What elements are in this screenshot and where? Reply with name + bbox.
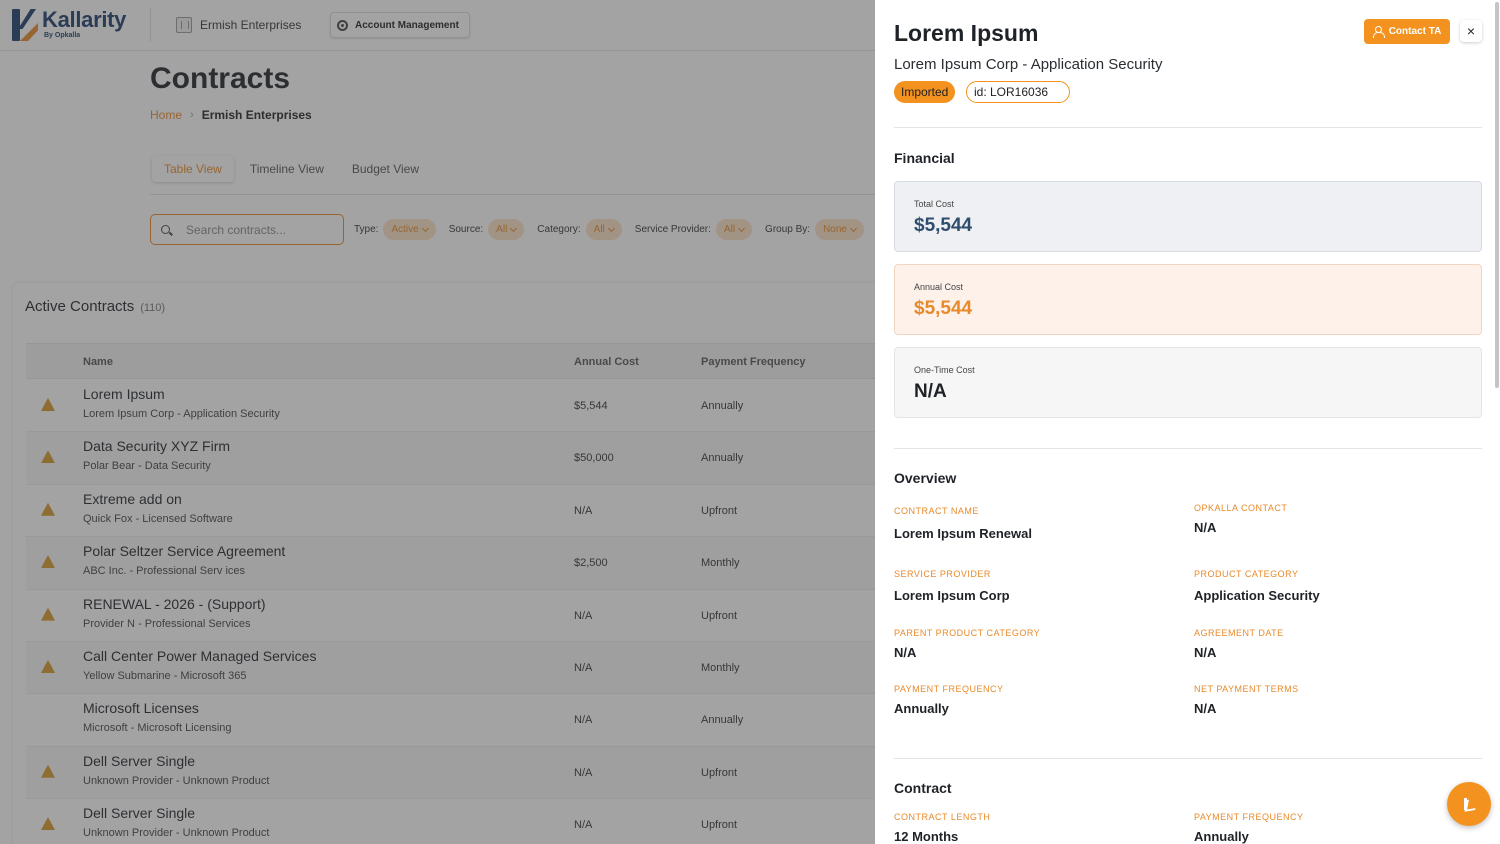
opkalla-contact-label: OPKALLA CONTACT xyxy=(1194,503,1288,513)
section-divider xyxy=(894,758,1482,759)
contract-payment-frequency-label: PAYMENT FREQUENCY xyxy=(1194,812,1304,822)
annual-cost-card: Annual Cost $5,544 xyxy=(894,264,1482,335)
assistant-fab-button[interactable] xyxy=(1447,782,1491,826)
total-cost-card: Total Cost $5,544 xyxy=(894,181,1482,252)
drawer-scrollbar[interactable] xyxy=(1495,2,1499,388)
close-button[interactable]: × xyxy=(1460,20,1482,42)
section-divider xyxy=(894,448,1482,449)
contract-length-label: CONTRACT LENGTH xyxy=(894,812,991,822)
product-category-value: Application Security xyxy=(1194,588,1320,603)
service-provider-value: Lorem Ipsum Corp xyxy=(894,588,1010,603)
contract-length-value: 12 Months xyxy=(894,829,959,844)
contract-detail-drawer: Lorem Ipsum Lorem Ipsum Corp - Applicati… xyxy=(875,0,1500,844)
contact-ta-label: Contact TA xyxy=(1388,26,1442,37)
one-time-cost-card: One-Time Cost N/A xyxy=(894,347,1482,418)
annual-cost-label: Annual Cost xyxy=(914,282,964,292)
opkalla-contact-value: N/A xyxy=(1194,520,1217,535)
id-badge: id: LOR16036 xyxy=(966,81,1070,103)
overview-heading: Overview xyxy=(894,470,957,486)
total-cost-value: $5,544 xyxy=(914,215,973,236)
net-payment-terms-value: N/A xyxy=(1194,701,1217,716)
kallarity-mark-icon xyxy=(1463,798,1475,810)
total-cost-label: Total Cost xyxy=(914,199,955,209)
close-icon: × xyxy=(1466,23,1476,39)
contract-heading: Contract xyxy=(894,780,952,796)
contract-payment-frequency-value: Annually xyxy=(1194,829,1249,844)
annual-cost-value: $5,544 xyxy=(914,298,973,319)
drawer-title: Lorem Ipsum xyxy=(894,20,1039,46)
agreement-date-value: N/A xyxy=(1194,645,1217,660)
user-icon xyxy=(1372,26,1385,38)
payment-frequency-value: Annually xyxy=(894,701,949,716)
section-divider xyxy=(894,127,1482,128)
one-time-cost-value: N/A xyxy=(914,381,947,402)
status-badge: Imported xyxy=(894,81,956,103)
net-payment-terms-label: NET PAYMENT TERMS xyxy=(1194,684,1299,694)
parent-product-category-value: N/A xyxy=(894,645,917,660)
drawer-subtitle: Lorem Ipsum Corp - Application Security xyxy=(894,56,1163,73)
agreement-date-label: AGREEMENT DATE xyxy=(1194,628,1284,638)
parent-product-category-label: PARENT PRODUCT CATEGORY xyxy=(894,628,1041,638)
contract-name-value: Lorem Ipsum Renewal xyxy=(894,526,1032,541)
contact-ta-button[interactable]: Contact TA xyxy=(1364,19,1450,44)
financial-heading: Financial xyxy=(894,150,955,166)
service-provider-label: SERVICE PROVIDER xyxy=(894,569,991,579)
one-time-cost-label: One-Time Cost xyxy=(914,365,975,375)
product-category-label: PRODUCT CATEGORY xyxy=(1194,569,1299,579)
contract-name-label: CONTRACT NAME xyxy=(894,506,979,516)
payment-frequency-label: PAYMENT FREQUENCY xyxy=(894,684,1004,694)
